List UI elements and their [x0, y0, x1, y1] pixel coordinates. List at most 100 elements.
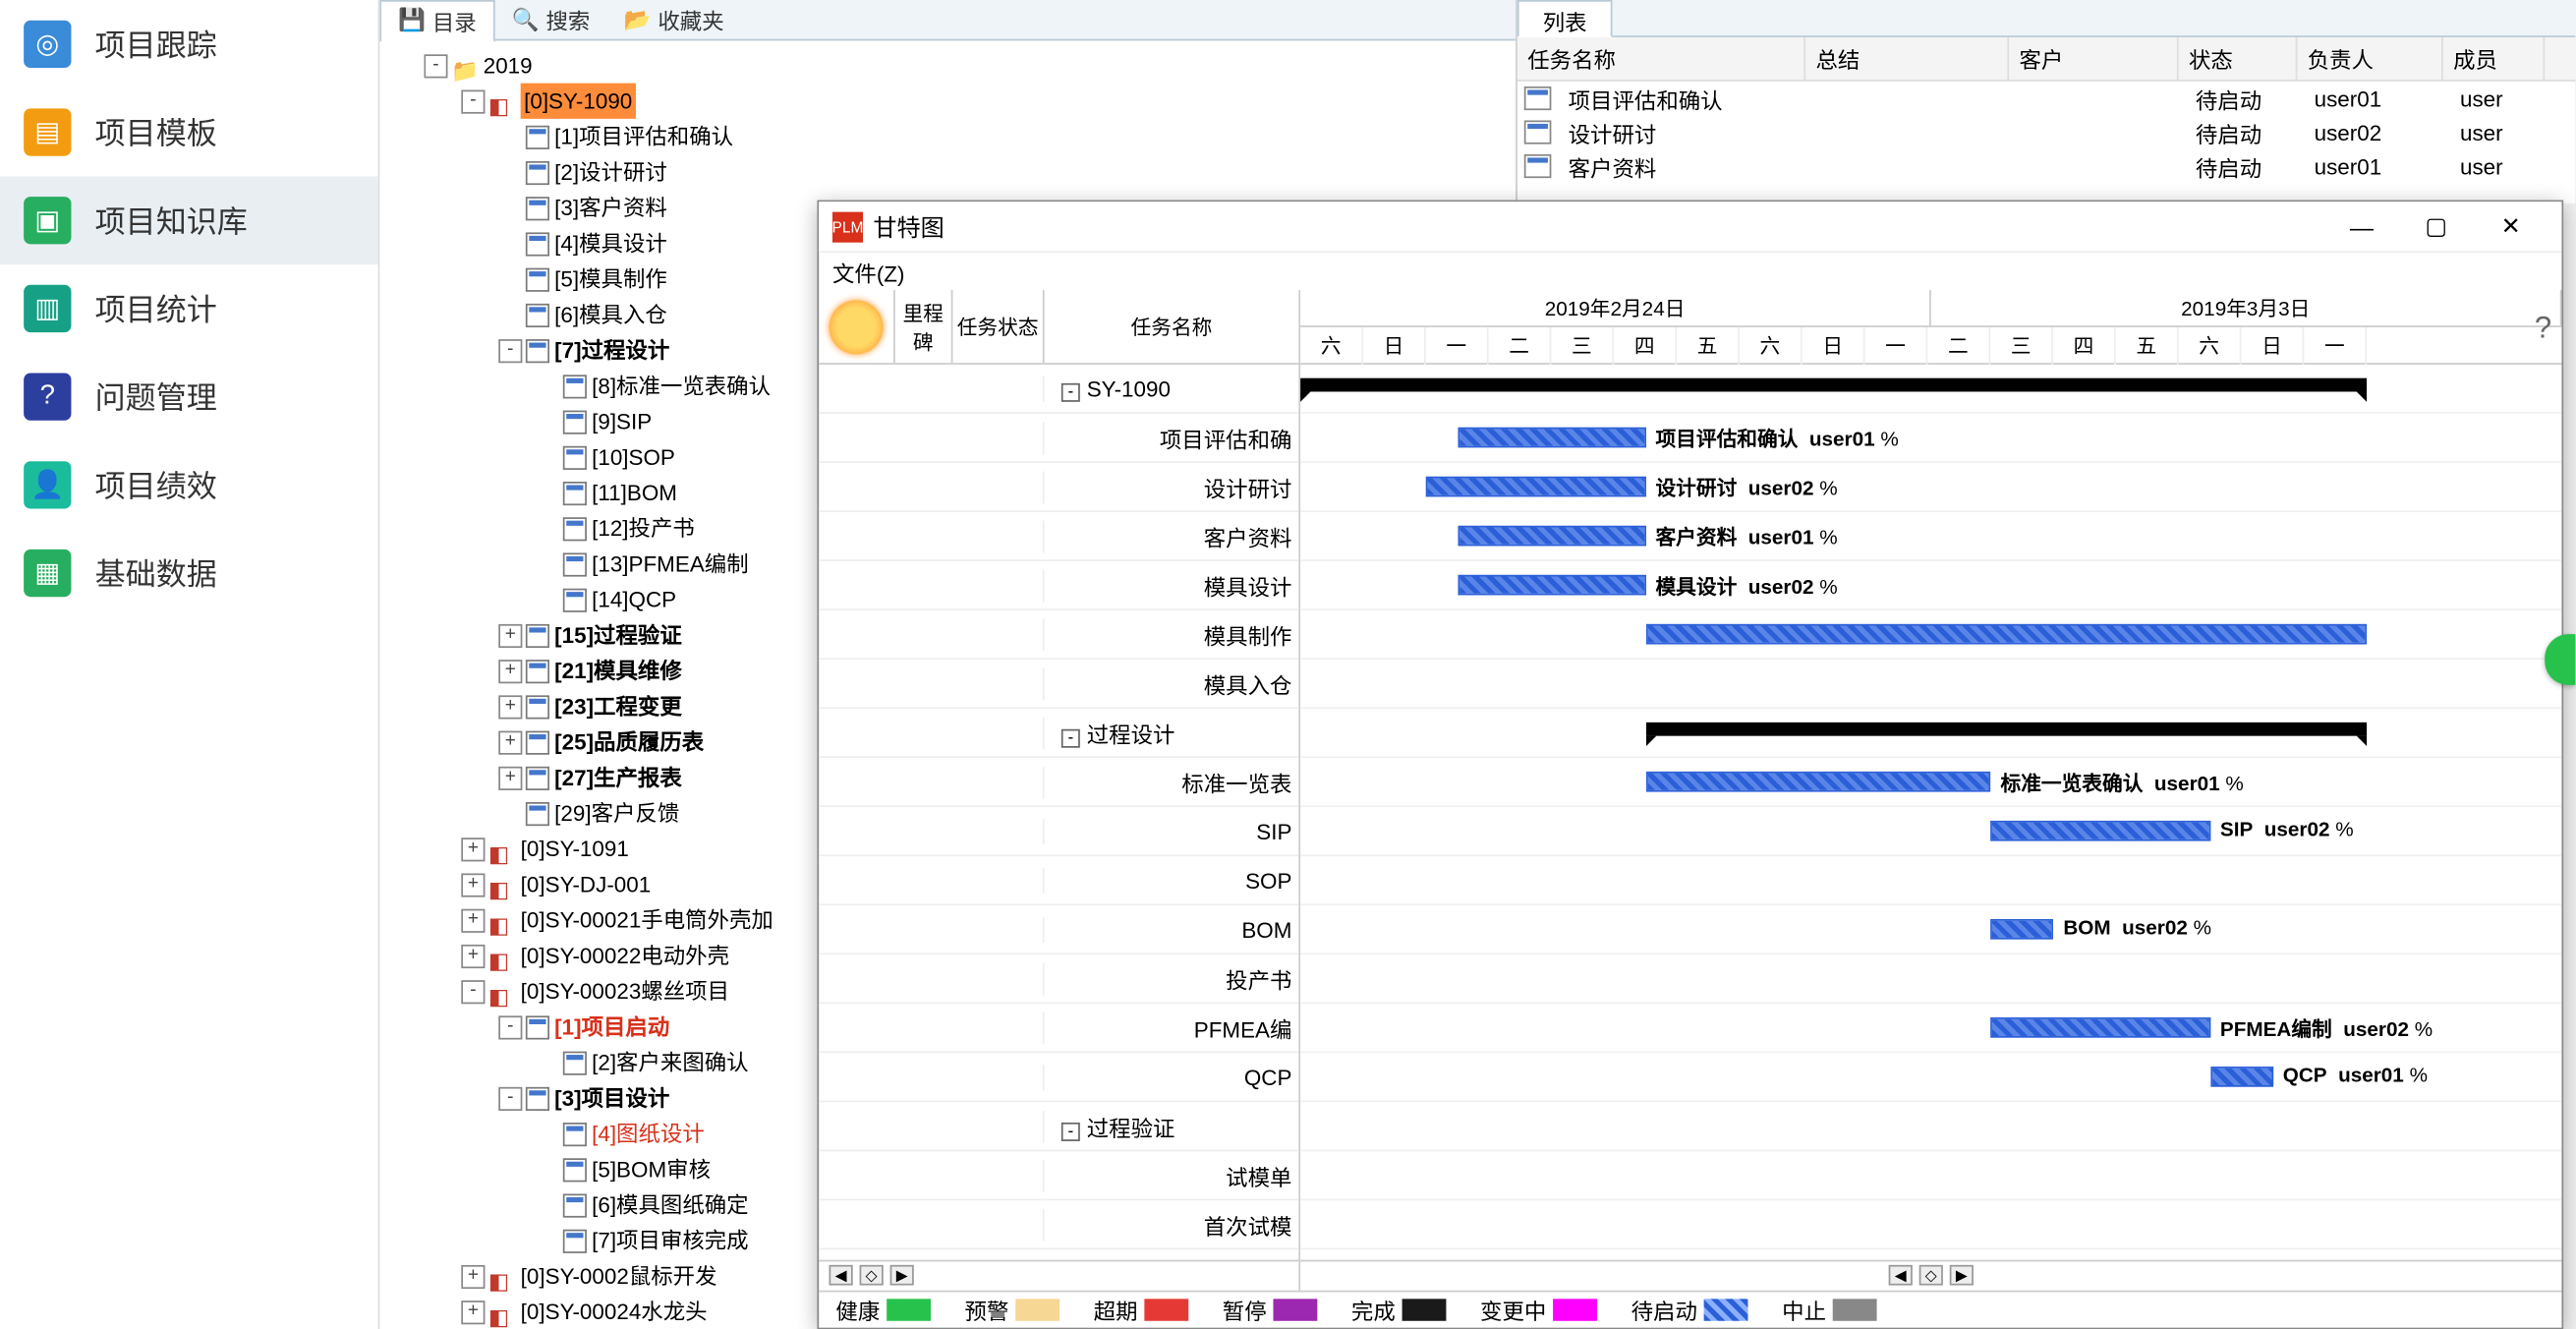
maximize-button[interactable]: ▢ — [2399, 202, 2474, 250]
tree-toggle[interactable]: - — [498, 1014, 522, 1038]
summary-bar[interactable] — [1300, 378, 2367, 392]
task-icon — [526, 303, 549, 326]
task-bar[interactable] — [2210, 1067, 2273, 1087]
list-header-cell[interactable]: 状态 — [2179, 37, 2298, 80]
tree-toggle[interactable]: - — [498, 338, 522, 362]
task-bar[interactable] — [1458, 526, 1645, 547]
nav-item-2[interactable]: ▣项目知识库 — [0, 176, 378, 264]
list-row[interactable]: 项目评估和确认待启动user01user — [1517, 82, 2575, 116]
gantt-task-row[interactable]: -SY-1090 — [819, 365, 1298, 414]
tree-toggle[interactable]: + — [498, 623, 522, 647]
gantt-timeline[interactable]: ? 2019年2月24日2019年3月3日 六日一二三四五六日一二三四五六日一 … — [1300, 290, 2561, 1291]
task-bar[interactable] — [1990, 919, 2053, 940]
tree-label: 2019 — [484, 47, 533, 83]
list-header-cell[interactable]: 任务名称 — [1517, 37, 1805, 80]
summary-bar[interactable] — [1645, 722, 2367, 736]
tree-toggle[interactable]: - — [498, 1086, 522, 1110]
gantt-toggle[interactable]: - — [1061, 382, 1080, 401]
gantt-task-row[interactable]: -过程验证 — [819, 1102, 1298, 1151]
tree-toggle[interactable]: + — [461, 1300, 485, 1323]
gantt-task-row[interactable]: QCP — [819, 1053, 1298, 1102]
tree-toggle[interactable]: + — [461, 908, 485, 932]
tab-2[interactable]: 📂收藏夹 — [607, 0, 741, 39]
gantt-task-row[interactable]: 设计研讨 — [819, 463, 1298, 512]
task-bar[interactable] — [1458, 575, 1645, 596]
gantt-titlebar[interactable]: PLM 甘特图 — ▢ ✕ — [819, 202, 2561, 253]
scroll-left[interactable]: ◀ — [830, 1265, 853, 1286]
tree-toggle[interactable]: - — [461, 979, 485, 1003]
task-bar[interactable] — [1645, 624, 2367, 645]
minimize-button[interactable]: — — [2324, 202, 2399, 250]
list-header-cell[interactable]: 总结 — [1805, 37, 2009, 80]
tree-row[interactable]: - 2019 — [386, 47, 1509, 83]
gantt-task-row[interactable]: BOM — [819, 905, 1298, 954]
help-icon[interactable]: ? — [2535, 311, 2551, 346]
tree-row[interactable]: [2]设计研讨 — [386, 154, 1509, 190]
task-bar[interactable] — [1990, 1017, 2209, 1038]
gantt-task-row[interactable]: 客户资料 — [819, 512, 1298, 561]
task-bar[interactable] — [1426, 477, 1645, 497]
timeline-scroll-left[interactable]: ◀ — [1889, 1265, 1913, 1286]
tree-toggle[interactable]: + — [498, 730, 522, 754]
gantt-task-row[interactable]: 模具制作 — [819, 610, 1298, 660]
tree-toggle[interactable]: + — [461, 873, 485, 896]
tree-toggle[interactable]: + — [461, 944, 485, 967]
gantt-task-row[interactable]: SIP — [819, 807, 1298, 856]
task-bar[interactable] — [1645, 772, 1990, 792]
tree-toggle[interactable]: - — [461, 89, 485, 113]
task-bar[interactable] — [1458, 428, 1645, 448]
list-row[interactable]: 设计研讨待启动user02user — [1517, 115, 2575, 149]
day-header: 六 — [1740, 327, 1803, 365]
list-header-cell[interactable]: 客户 — [2009, 37, 2179, 80]
gantt-task-row[interactable]: 项目评估和确 — [819, 414, 1298, 463]
gantt-bar-row: 模具设计 user02 % — [1300, 561, 2561, 610]
close-button[interactable]: ✕ — [2474, 202, 2548, 250]
list-row[interactable]: 客户资料待启动user01user — [1517, 149, 2575, 184]
timeline-scroll-right[interactable]: ▶ — [1950, 1265, 1974, 1286]
scroll-right[interactable]: ▶ — [890, 1265, 914, 1286]
nav-item-1[interactable]: ▤项目模板 — [0, 88, 378, 177]
gantt-task-row[interactable]: PFMEA编 — [819, 1004, 1298, 1053]
gantt-task-row[interactable]: 试模单 — [819, 1151, 1298, 1200]
gantt-menu-file[interactable]: 文件(Z) — [819, 253, 2561, 290]
gantt-task-row[interactable]: SOP — [819, 856, 1298, 905]
task-icon — [526, 730, 549, 754]
tree-toggle[interactable]: + — [461, 1264, 485, 1288]
nav-item-3[interactable]: ▥项目统计 — [0, 264, 378, 353]
tab-1[interactable]: 🔍搜索 — [495, 0, 607, 39]
tree-label: [21]模具维修 — [554, 653, 682, 688]
col-status[interactable]: 任务状态 — [951, 290, 1043, 363]
tree-toggle[interactable]: - — [424, 53, 447, 77]
nav-item-6[interactable]: ▦基础数据 — [0, 529, 378, 617]
list-header-cell[interactable]: 成员 — [2443, 37, 2546, 80]
tree-row[interactable]: [1]项目评估和确认 — [386, 119, 1509, 154]
gantt-task-row[interactable]: 标准一览表 — [819, 758, 1298, 807]
col-milestone[interactable]: 里程碑 — [893, 290, 951, 363]
nav-item-4[interactable]: ?问题管理 — [0, 353, 378, 441]
tree-toggle[interactable]: + — [498, 766, 522, 789]
gantt-task-row[interactable]: 模具设计 — [819, 561, 1298, 610]
tree-toggle[interactable]: + — [461, 837, 485, 860]
col-task-name[interactable]: 任务名称 — [1043, 290, 1298, 363]
cell-owner: user02 — [2304, 118, 2449, 146]
task-icon — [563, 516, 587, 540]
scroll-reset[interactable]: ◇ — [860, 1265, 884, 1286]
gantt-task-row[interactable]: 模具入仓 — [819, 660, 1298, 709]
gantt-task-row[interactable]: -过程设计 — [819, 709, 1298, 758]
nav-item-5[interactable]: 👤项目绩效 — [0, 441, 378, 530]
gantt-task-row[interactable]: 首次试模 — [819, 1200, 1298, 1249]
project-icon — [488, 1298, 516, 1325]
gantt-toggle[interactable]: - — [1061, 1122, 1080, 1140]
legend-item: 完成 — [1351, 1294, 1447, 1326]
tab-0[interactable]: 💾目录 — [379, 0, 494, 41]
tree-toggle[interactable]: + — [498, 659, 522, 682]
task-bar[interactable] — [1990, 821, 2209, 841]
tree-row[interactable]: -[0]SY-1090 — [386, 84, 1509, 119]
nav-item-0[interactable]: ◎项目跟踪 — [0, 0, 378, 88]
tree-toggle[interactable]: + — [498, 694, 522, 718]
gantt-task-row[interactable]: 投产书 — [819, 954, 1298, 1004]
list-tab[interactable]: 列表 — [1517, 0, 1613, 37]
timeline-scroll-reset[interactable]: ◇ — [1919, 1265, 1943, 1286]
gantt-toggle[interactable]: - — [1061, 728, 1080, 747]
list-header-cell[interactable]: 负责人 — [2297, 37, 2442, 80]
